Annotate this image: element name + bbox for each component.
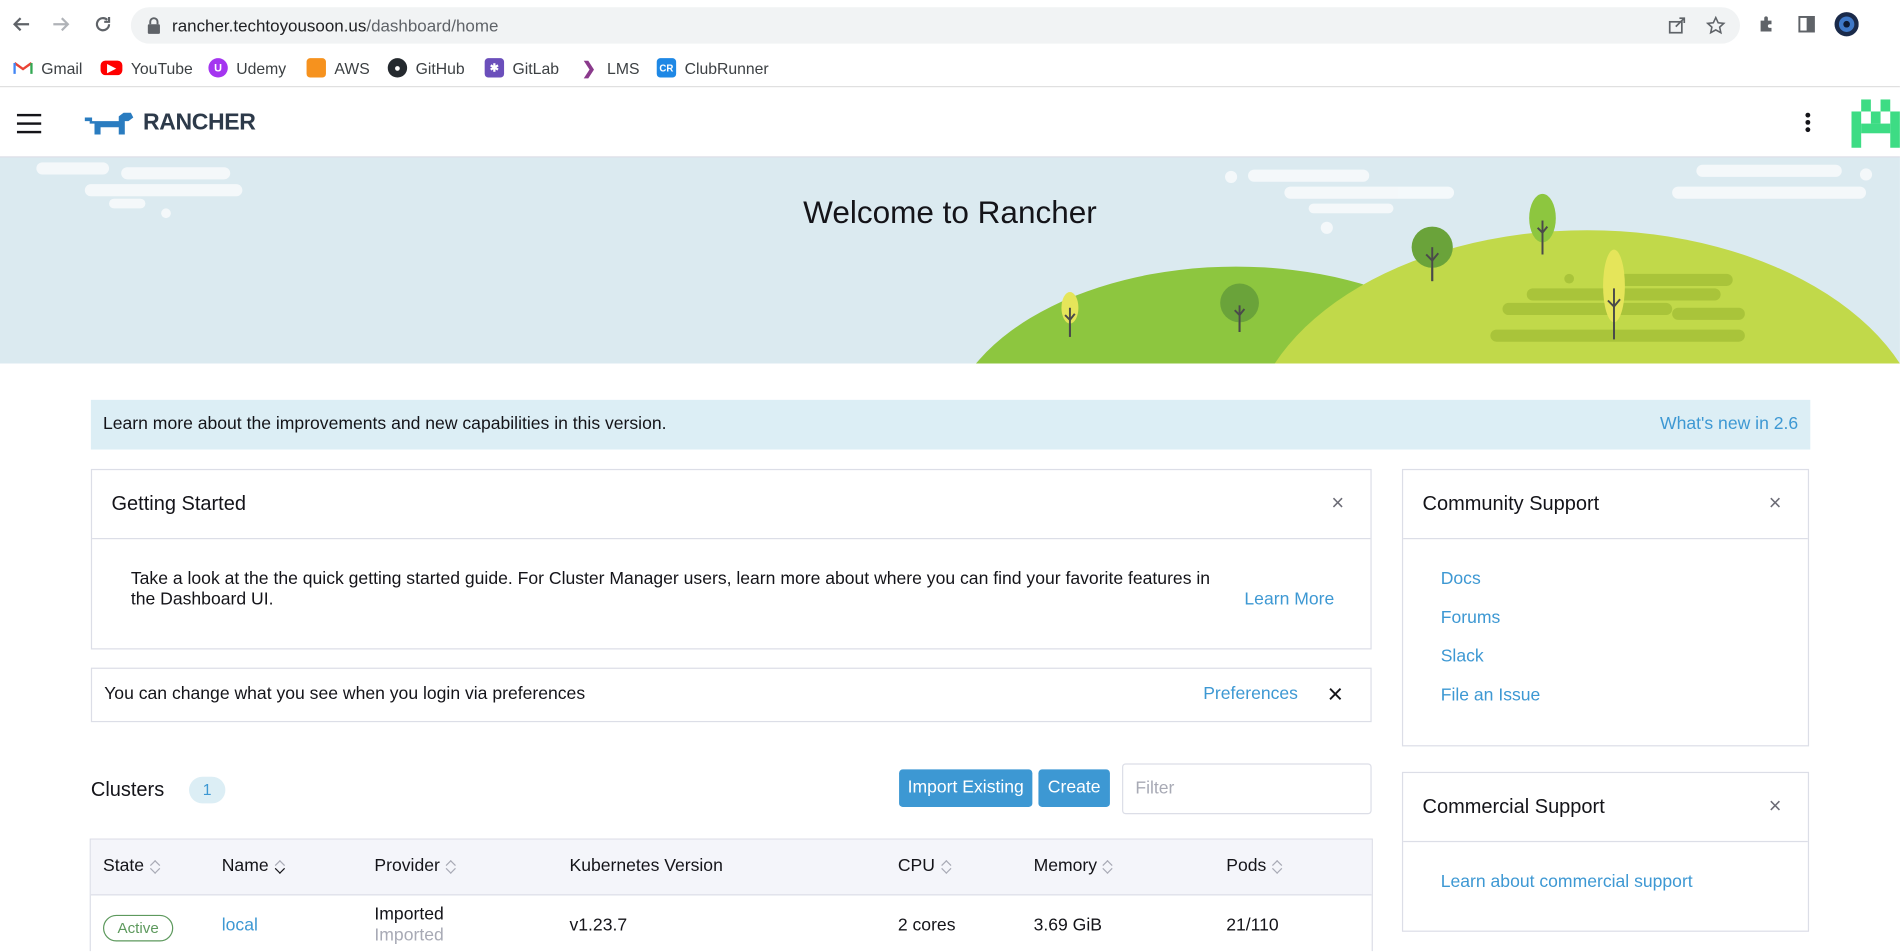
filter-input[interactable] xyxy=(1122,763,1372,815)
column-header-pods[interactable]: Pods xyxy=(1226,857,1283,876)
getting-started-header: Getting Started × xyxy=(92,470,1371,540)
cluster-cpu: 2 cores xyxy=(897,916,956,936)
docs-link[interactable]: Docs xyxy=(1441,569,1481,588)
welcome-banner: Welcome to Rancher xyxy=(0,157,1900,364)
community-support-panel: Community Support × Docs Forums Slack Fi… xyxy=(1401,468,1810,747)
profile-avatar-icon[interactable] xyxy=(1834,12,1859,37)
browser-toolbar: rancher.techtoyousoon.us/dashboard/home xyxy=(0,0,1900,49)
lock-icon[interactable] xyxy=(145,16,164,35)
commercial-support-header: Commercial Support × xyxy=(1403,773,1808,843)
slack-link[interactable]: Slack xyxy=(1441,647,1484,666)
preferences-panel: You can change what you see when you log… xyxy=(90,667,1372,723)
create-button[interactable]: Create xyxy=(1038,769,1110,807)
sort-icon xyxy=(276,859,286,874)
column-header-name[interactable]: Name xyxy=(222,857,286,876)
bookmark-youtube[interactable]: ▶ YouTube xyxy=(100,56,193,80)
bookmark-aws[interactable]: AWS xyxy=(306,56,370,80)
column-header-provider[interactable]: Provider xyxy=(374,857,456,876)
commercial-support-title: Commercial Support xyxy=(1422,796,1605,818)
bookmark-udemy[interactable]: U Udemy xyxy=(208,56,286,80)
notice-text: Learn more about the improvements and ne… xyxy=(102,414,667,434)
gitlab-icon: ✱ xyxy=(484,58,505,78)
address-bar[interactable]: rancher.techtoyousoon.us/dashboard/home xyxy=(130,7,1741,44)
sort-icon xyxy=(151,859,161,874)
gmail-icon xyxy=(13,58,33,77)
getting-started-text: Take a look at the the quick getting sta… xyxy=(130,569,1211,610)
extensions-icon[interactable] xyxy=(1755,12,1779,36)
column-header-state[interactable]: State xyxy=(103,857,161,876)
column-header-cpu[interactable]: CPU xyxy=(898,857,952,876)
app-header: RANCHER xyxy=(0,88,1900,158)
file-issue-link[interactable]: File an Issue xyxy=(1441,686,1541,705)
reload-icon[interactable] xyxy=(88,10,117,39)
whats-new-link[interactable]: What's new in 2.6 xyxy=(1660,414,1798,433)
bookmark-gitlab[interactable]: ✱ GitLab xyxy=(484,56,559,80)
table-header: State Name Provider Kubernetes Version C… xyxy=(90,839,1372,896)
back-icon[interactable] xyxy=(7,10,36,39)
cluster-name-link[interactable]: local xyxy=(222,916,258,935)
preferences-text: You can change what you see when you log… xyxy=(104,684,586,704)
bookmark-gmail[interactable]: Gmail xyxy=(13,56,82,80)
share-icon[interactable] xyxy=(1665,13,1689,37)
status-badge: Active xyxy=(102,914,174,942)
cluster-provider: Imported xyxy=(374,905,444,925)
github-icon: ● xyxy=(387,58,408,78)
side-panel-icon[interactable] xyxy=(1795,12,1819,36)
close-icon[interactable]: × xyxy=(1767,492,1784,514)
close-icon[interactable]: × xyxy=(1767,795,1784,817)
getting-started-panel: Getting Started × Take a look at the the… xyxy=(90,468,1372,650)
sort-icon xyxy=(447,859,457,874)
clusters-table: State Name Provider Kubernetes Version C… xyxy=(89,838,1373,952)
clusters-heading: Clusters xyxy=(90,779,165,801)
rancher-logo[interactable]: RANCHER xyxy=(82,109,256,138)
cluster-memory: 3.69 GiB xyxy=(1033,916,1102,936)
import-existing-button[interactable]: Import Existing xyxy=(899,769,1033,807)
getting-started-title: Getting Started xyxy=(111,493,246,515)
sort-icon xyxy=(1104,859,1114,874)
column-header-kubernetes-version[interactable]: Kubernetes Version xyxy=(569,857,722,876)
cluster-k8s-version: v1.23.7 xyxy=(569,916,628,936)
commercial-support-panel: Commercial Support × Learn about commerc… xyxy=(1401,771,1810,932)
clubrunner-icon: CR xyxy=(656,58,677,78)
forums-link[interactable]: Forums xyxy=(1441,608,1501,627)
sort-icon xyxy=(1274,859,1284,874)
learn-more-link[interactable]: Learn More xyxy=(1244,590,1334,609)
lms-icon: ❯ xyxy=(581,57,596,77)
bookmark-star-icon[interactable] xyxy=(1704,13,1728,37)
commercial-support-link[interactable]: Learn about commercial support xyxy=(1441,872,1693,891)
preferences-link[interactable]: Preferences xyxy=(1203,685,1298,704)
cluster-provider-sub: Imported xyxy=(374,925,444,946)
community-support-title: Community Support xyxy=(1422,493,1600,515)
user-avatar[interactable] xyxy=(1851,99,1900,148)
aws-icon xyxy=(306,58,326,78)
menu-icon[interactable] xyxy=(16,113,42,134)
close-icon[interactable]: × xyxy=(1327,680,1344,707)
banner-landscape-illustration xyxy=(36,162,1900,364)
clusters-count-badge: 1 xyxy=(189,776,226,804)
url-text: rancher.techtoyousoon.us/dashboard/home xyxy=(172,15,499,36)
more-options-icon[interactable] xyxy=(1798,110,1817,134)
bookmark-clubrunner[interactable]: CR ClubRunner xyxy=(656,56,769,80)
column-header-memory[interactable]: Memory xyxy=(1034,857,1114,876)
youtube-icon: ▶ xyxy=(100,60,123,76)
rancher-cow-icon xyxy=(84,112,134,135)
sort-icon xyxy=(942,859,952,874)
bookmarks-bar: Gmail ▶ YouTube U Udemy AWS ● GitHub ✱ G… xyxy=(0,48,1900,88)
banner-title: Welcome to Rancher xyxy=(803,193,1097,231)
close-icon[interactable]: × xyxy=(1329,492,1346,514)
release-notice: Learn more about the improvements and ne… xyxy=(90,399,1811,450)
forward-icon[interactable] xyxy=(46,10,75,39)
bookmark-github[interactable]: ● GitHub xyxy=(387,56,465,80)
community-support-header: Community Support × xyxy=(1403,470,1808,540)
udemy-icon: U xyxy=(208,58,228,78)
cluster-pods: 21/110 xyxy=(1226,916,1279,936)
bookmark-lms[interactable]: ❯ LMS xyxy=(579,56,640,80)
